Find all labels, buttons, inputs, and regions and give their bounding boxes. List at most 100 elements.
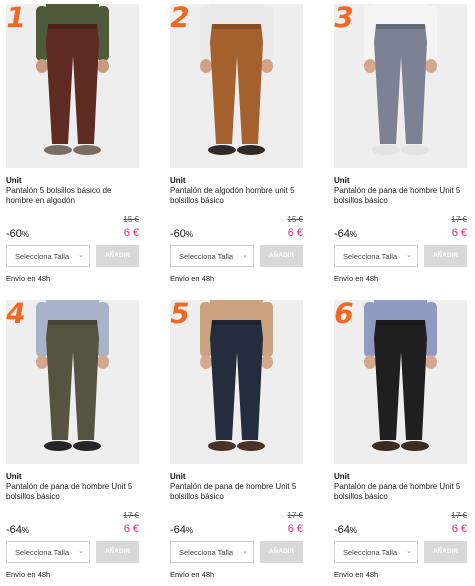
product-card[interactable]: 2 Unit Pantalón de algodón hombre unit 5… bbox=[170, 0, 303, 290]
sale-price: 6 € bbox=[287, 227, 303, 239]
product-card[interactable]: 4 Unit Pantalón de pana de hombre Unit 5… bbox=[6, 296, 139, 586]
chevron-down-icon: ⌄ bbox=[242, 548, 248, 555]
add-to-cart-button[interactable]: AÑADIR bbox=[424, 541, 467, 563]
product-title[interactable]: Pantalón de pana de hombre Unit 5 bolsil… bbox=[170, 482, 300, 502]
pants-shape bbox=[46, 24, 99, 144]
size-select-label: Selecciona Talla bbox=[15, 548, 70, 557]
add-to-cart-button[interactable]: AÑADIR bbox=[96, 245, 139, 267]
discount-unit: % bbox=[21, 526, 30, 535]
right-arm-shape bbox=[261, 6, 273, 61]
product-image[interactable]: 5 bbox=[170, 300, 303, 464]
product-card[interactable]: 1 Unit Pantalón 5 bolsillos básico de ho… bbox=[6, 0, 139, 290]
right-arm-shape bbox=[425, 6, 437, 61]
discount-value: -60 bbox=[6, 228, 22, 240]
left-arm-shape bbox=[364, 6, 376, 61]
product-card[interactable]: 5 Unit Pantalón de pana de hombre Unit 5… bbox=[170, 296, 303, 586]
shirt-shape bbox=[210, 4, 263, 26]
pants-photo bbox=[36, 4, 109, 155]
left-arm-shape bbox=[200, 6, 212, 61]
waistband-shape bbox=[376, 24, 425, 29]
product-title[interactable]: Pantalón de pana de hombre Unit 5 bolsil… bbox=[334, 186, 464, 206]
original-price: 17 € bbox=[451, 511, 467, 520]
right-hand-shape bbox=[425, 355, 437, 369]
discount-unit: % bbox=[349, 526, 358, 535]
shipping-info: Envío en 48h bbox=[334, 570, 379, 579]
product-title[interactable]: Pantalón de pana de hombre Unit 5 bolsil… bbox=[334, 482, 464, 502]
product-brand: Unit bbox=[170, 176, 186, 185]
pants-photo bbox=[36, 300, 109, 451]
discount-unit: % bbox=[185, 526, 194, 535]
shirt-shape bbox=[46, 4, 99, 26]
pants-photo bbox=[200, 4, 273, 155]
product-title[interactable]: Pantalón 5 bolsillos básico de hombre en… bbox=[6, 186, 136, 206]
shipping-info: Envío en 48h bbox=[170, 274, 215, 283]
product-image[interactable]: 1 bbox=[6, 4, 139, 168]
size-select-label: Selecciona Talla bbox=[343, 252, 398, 261]
product-card[interactable]: 6 Unit Pantalón de pana de hombre Unit 5… bbox=[334, 296, 467, 586]
size-select-label: Selecciona Talla bbox=[179, 252, 234, 261]
left-hand-shape bbox=[364, 355, 376, 369]
shirt-shape bbox=[374, 300, 427, 322]
left-arm-shape bbox=[364, 302, 376, 357]
size-select-label: Selecciona Talla bbox=[343, 548, 398, 557]
product-image[interactable]: 2 bbox=[170, 4, 303, 168]
discount-unit: % bbox=[185, 230, 194, 239]
shipping-info: Envío en 48h bbox=[6, 274, 51, 283]
pants-shape bbox=[210, 320, 263, 440]
size-select[interactable]: Selecciona Talla ⌄ bbox=[6, 541, 90, 563]
shirt-shape bbox=[46, 300, 99, 322]
product-title[interactable]: Pantalón de algodón hombre unit 5 bolsil… bbox=[170, 186, 300, 206]
right-shoe-shape bbox=[401, 145, 429, 155]
right-arm-shape bbox=[425, 302, 437, 357]
shipping-info: Envío en 48h bbox=[334, 274, 379, 283]
original-price: 17 € bbox=[123, 511, 139, 520]
right-shoe-shape bbox=[73, 441, 101, 451]
sale-price: 6 € bbox=[451, 523, 467, 535]
product-image[interactable]: 3 bbox=[334, 4, 467, 168]
sale-price: 6 € bbox=[287, 523, 303, 535]
add-to-cart-button[interactable]: AÑADIR bbox=[260, 245, 303, 267]
size-select[interactable]: Selecciona Talla ⌄ bbox=[334, 541, 418, 563]
size-select[interactable]: Selecciona Talla ⌄ bbox=[170, 541, 254, 563]
product-brand: Unit bbox=[334, 176, 350, 185]
left-arm-shape bbox=[36, 6, 48, 61]
product-brand: Unit bbox=[6, 472, 22, 481]
shirt-shape bbox=[374, 4, 427, 26]
chevron-down-icon: ⌄ bbox=[242, 252, 248, 259]
right-arm-shape bbox=[97, 302, 109, 357]
product-brand: Unit bbox=[6, 176, 22, 185]
right-arm-shape bbox=[261, 302, 273, 357]
discount-label: -64% bbox=[334, 524, 357, 536]
chevron-down-icon: ⌄ bbox=[78, 548, 84, 555]
discount-value: -64 bbox=[334, 228, 350, 240]
product-image[interactable]: 6 bbox=[334, 300, 467, 464]
discount-label: -64% bbox=[170, 524, 193, 536]
chevron-down-icon: ⌄ bbox=[78, 252, 84, 259]
add-to-cart-button[interactable]: AÑADIR bbox=[424, 245, 467, 267]
discount-value: -64 bbox=[6, 524, 22, 536]
waistband-shape bbox=[212, 24, 261, 29]
left-shoe-shape bbox=[208, 441, 236, 451]
original-price: 15 € bbox=[123, 215, 139, 224]
left-arm-shape bbox=[36, 302, 48, 357]
right-hand-shape bbox=[261, 59, 273, 73]
product-brand: Unit bbox=[170, 472, 186, 481]
original-price: 17 € bbox=[451, 215, 467, 224]
size-select[interactable]: Selecciona Talla ⌄ bbox=[334, 245, 418, 267]
product-title[interactable]: Pantalón de pana de hombre Unit 5 bolsil… bbox=[6, 482, 136, 502]
add-to-cart-button[interactable]: AÑADIR bbox=[96, 541, 139, 563]
pants-shape bbox=[46, 320, 99, 440]
waistband-shape bbox=[48, 320, 97, 325]
left-shoe-shape bbox=[44, 145, 72, 155]
right-hand-shape bbox=[97, 59, 109, 73]
add-to-cart-button[interactable]: AÑADIR bbox=[260, 541, 303, 563]
right-arm-shape bbox=[97, 6, 109, 61]
pants-photo bbox=[200, 300, 273, 451]
size-select[interactable]: Selecciona Talla ⌄ bbox=[6, 245, 90, 267]
right-hand-shape bbox=[97, 355, 109, 369]
product-card[interactable]: 3 Unit Pantalón de pana de hombre Unit 5… bbox=[334, 0, 467, 290]
discount-label: -64% bbox=[6, 524, 29, 536]
product-image[interactable]: 4 bbox=[6, 300, 139, 464]
size-select[interactable]: Selecciona Talla ⌄ bbox=[170, 245, 254, 267]
discount-unit: % bbox=[21, 230, 30, 239]
